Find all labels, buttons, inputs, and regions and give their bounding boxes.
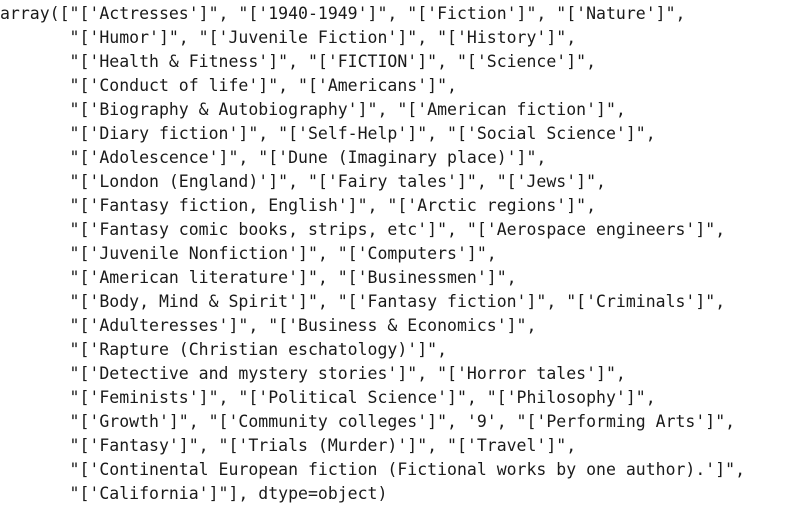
output-line: "['Health & Fitness']", "['FICTION']", "… bbox=[0, 52, 597, 71]
output-line: "['Body, Mind & Spirit']", "['Fantasy fi… bbox=[0, 292, 726, 311]
output-line: "['American literature']", "['Businessme… bbox=[0, 268, 517, 287]
output-line: "['Continental European fiction (Fiction… bbox=[0, 460, 746, 479]
output-line: "['Biography & Autobiography']", "['Amer… bbox=[0, 100, 626, 119]
output-line: "['Fantasy comic books, strips, etc']", … bbox=[0, 220, 726, 239]
output-line: "['London (England)']", "['Fairy tales']… bbox=[0, 172, 606, 191]
output-line: "['Fantasy fiction, English']", "['Arcti… bbox=[0, 196, 597, 215]
output-line: "['Adulteresses']", "['Business & Econom… bbox=[0, 316, 537, 335]
output-line: "['California']"], dtype=object) bbox=[0, 484, 388, 503]
output-line: "['Diary fiction']", "['Self-Help']", "[… bbox=[0, 124, 656, 143]
output-line: array(["['Actresses']", "['1940-1949']",… bbox=[0, 4, 686, 23]
output-line: "['Juvenile Nonfiction']", "['Computers'… bbox=[0, 244, 497, 263]
output-line: "['Fantasy']", "['Trials (Murder)']", "[… bbox=[0, 436, 577, 455]
output-line: "['Humor']", "['Juvenile Fiction']", "['… bbox=[0, 28, 577, 47]
output-line: "['Rapture (Christian eschatology)']", bbox=[0, 340, 448, 359]
output-line: "['Detective and mystery stories']", "['… bbox=[0, 364, 626, 383]
output-line: "['Conduct of life']", "['Americans']", bbox=[0, 76, 457, 95]
output-line: "['Adolescence']", "['Dune (Imaginary pl… bbox=[0, 148, 547, 167]
notebook-output-cell: array(["['Actresses']", "['1940-1949']",… bbox=[0, 2, 806, 511]
output-line: "['Feminists']", "['Political Science']"… bbox=[0, 388, 656, 407]
output-line: "['Growth']", "['Community colleges']", … bbox=[0, 412, 736, 431]
